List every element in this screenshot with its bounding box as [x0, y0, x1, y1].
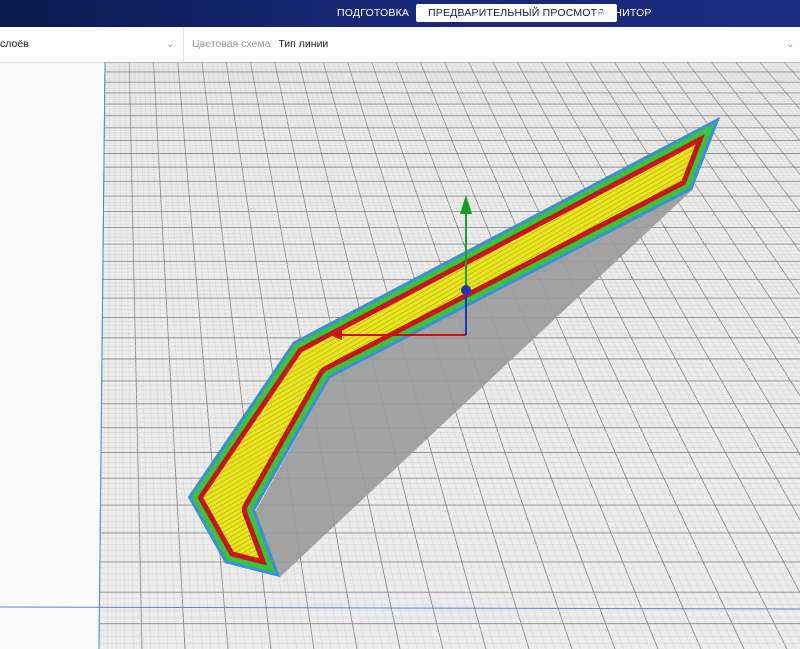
chevron-down-icon: ⌄ [166, 39, 175, 50]
color-scheme-label: Цветовая схема [192, 38, 271, 50]
chevron-down-icon: ⌄ [786, 39, 795, 50]
view-toolbar: слоёв ⌄ Цветовая схема Тип линии ⌄ [0, 27, 800, 63]
view-type-dropdown[interactable]: слоёв ⌄ [0, 27, 184, 62]
stage-header: ПОДГОТОВКА ПРЕДВАРИТЕЛЬНЫЙ ПРОСМОТР МОНИ… [0, 0, 800, 27]
color-scheme-dropdown[interactable]: Цветовая схема Тип линии ⌄ [192, 27, 800, 62]
3d-viewport[interactable] [0, 62, 800, 649]
color-scheme-value: Тип линии [278, 38, 329, 50]
view-type-value: слоёв [0, 38, 29, 50]
tab-monitor[interactable]: МОНИТОР [585, 4, 664, 22]
tab-prepare[interactable]: ПОДГОТОВКА [325, 4, 421, 22]
z-axis-handle-icon [461, 285, 471, 295]
